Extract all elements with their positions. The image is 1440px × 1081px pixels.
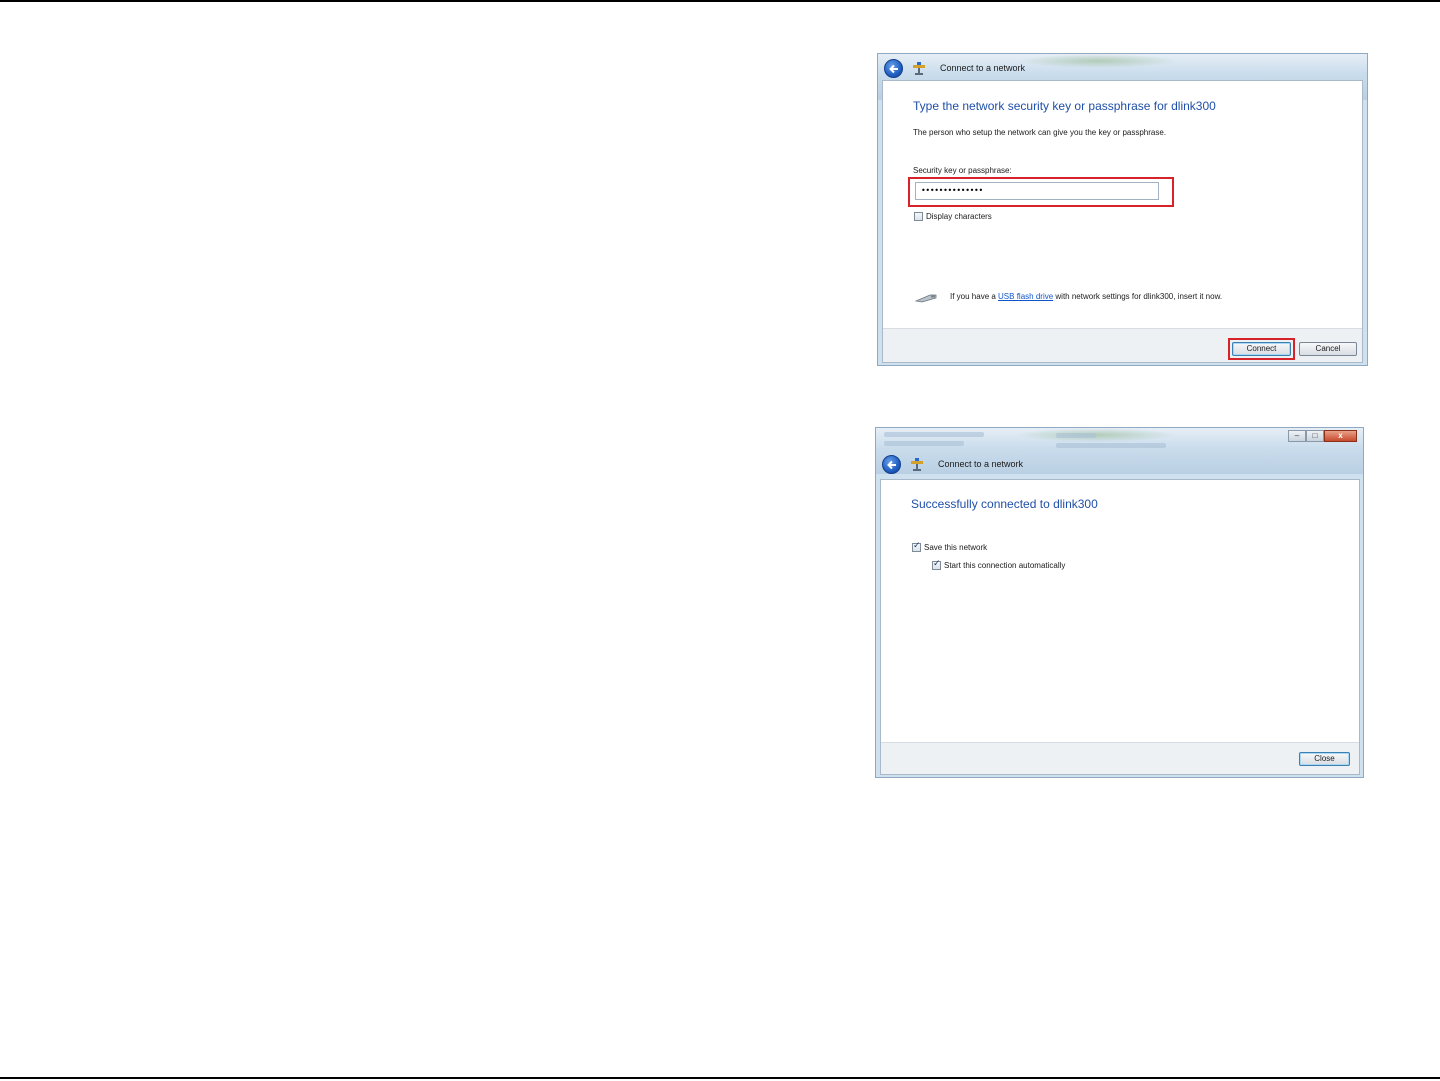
- close-icon: x: [1338, 431, 1343, 440]
- network-icon: [911, 458, 923, 471]
- close-window-button[interactable]: x: [1324, 430, 1357, 442]
- blurred-background-text: [884, 441, 964, 446]
- display-characters-label[interactable]: Display characters: [926, 212, 992, 221]
- window-title: Connect to a network: [940, 63, 1026, 73]
- page-heading: Type the network security key or passphr…: [913, 99, 1216, 113]
- connect-network-dialog-success: – □ x Connect to a network Successfully …: [875, 427, 1364, 778]
- content-panel: Successfully connected to dlink300 Save …: [880, 479, 1360, 775]
- top-rule: [0, 0, 1440, 2]
- blurred-background-text: [884, 432, 984, 437]
- bottom-rule: [0, 1077, 1440, 1079]
- window-title: Connect to a network: [938, 459, 1024, 469]
- maximize-button[interactable]: □: [1306, 430, 1324, 442]
- security-key-label: Security key or passphrase:: [913, 166, 1012, 175]
- dialog-footer: Close: [881, 742, 1359, 774]
- page-heading: Successfully connected to dlink300: [911, 497, 1098, 511]
- usb-flash-drive-link[interactable]: USB flash drive: [998, 292, 1053, 301]
- blurred-background-text: [1056, 433, 1096, 438]
- minimize-button[interactable]: –: [1288, 430, 1306, 442]
- blurred-background-text: [1056, 443, 1166, 448]
- maximize-icon: □: [1312, 431, 1318, 440]
- usb-drive-icon: [914, 294, 937, 303]
- back-arrow-icon[interactable]: [884, 59, 903, 78]
- connect-network-dialog-key: Connect to a network Type the network se…: [877, 53, 1368, 366]
- description-text: The person who setup the network can giv…: [913, 128, 1167, 137]
- start-automatically-label[interactable]: Start this connection automatically: [944, 561, 1065, 570]
- back-arrow-icon[interactable]: [882, 455, 901, 474]
- usb-suffix: with network settings for dlink300, inse…: [1053, 292, 1223, 301]
- content-panel: Type the network security key or passphr…: [882, 80, 1363, 363]
- network-icon: [913, 62, 925, 75]
- save-network-checkbox[interactable]: [912, 541, 921, 552]
- window-controls: – □ x: [1288, 430, 1357, 442]
- display-characters-checkbox[interactable]: [914, 212, 923, 221]
- cancel-button[interactable]: Cancel: [1299, 342, 1357, 356]
- close-button[interactable]: Close: [1299, 752, 1350, 766]
- minimize-icon: –: [1294, 431, 1300, 440]
- connect-highlight: [1228, 338, 1295, 360]
- save-network-label[interactable]: Save this network: [924, 543, 987, 552]
- usb-prefix: If you have a: [950, 292, 999, 301]
- dialog-footer: Connect Cancel: [883, 328, 1362, 362]
- security-key-highlight: [908, 177, 1174, 207]
- usb-message: If you have a USB flash drive with netwo…: [950, 292, 1222, 301]
- start-automatically-checkbox[interactable]: [932, 559, 941, 570]
